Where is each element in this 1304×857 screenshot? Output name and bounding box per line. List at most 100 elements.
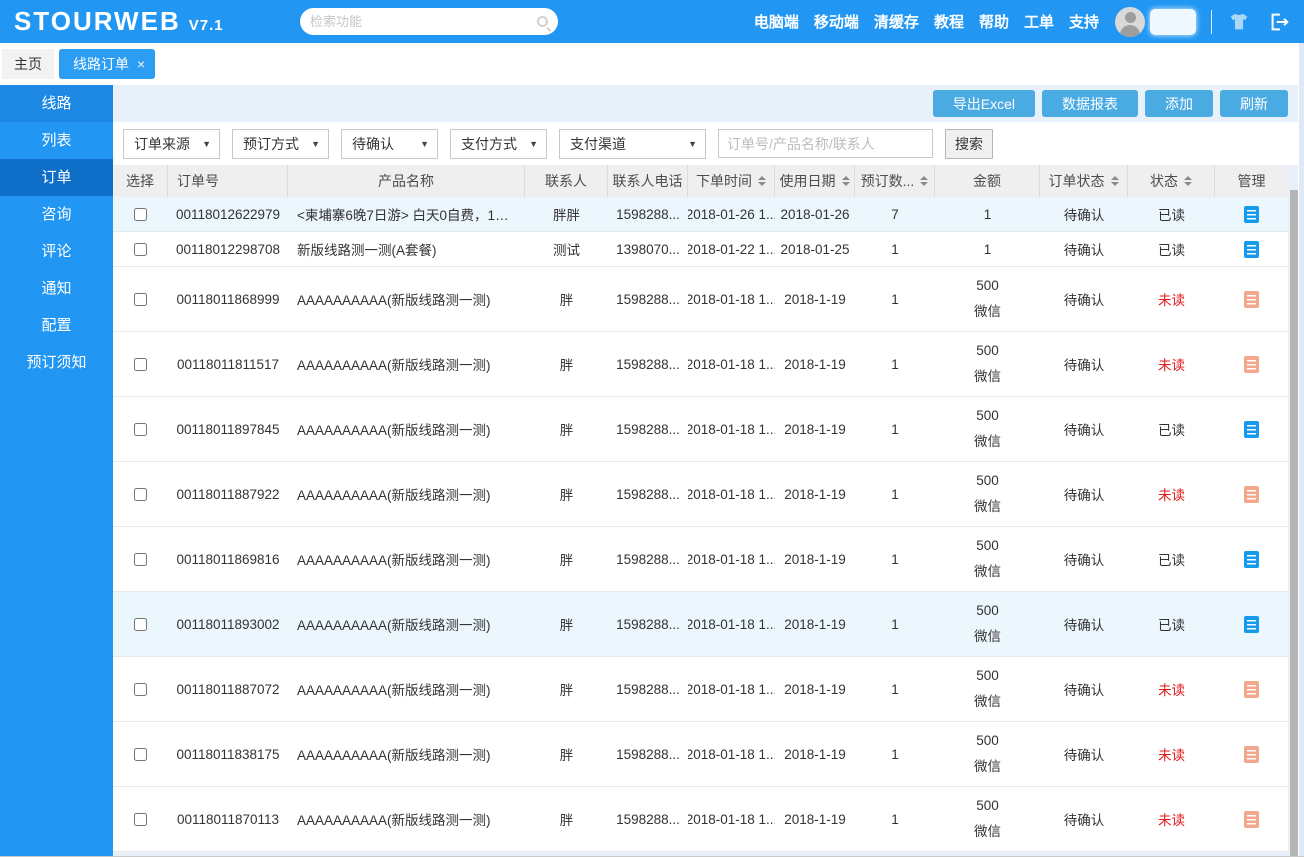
document-icon[interactable]: [1244, 205, 1259, 223]
product-name: AAAAAAAAAA(新版线路测一测): [297, 748, 491, 763]
topnav-link[interactable]: 支持: [1069, 11, 1099, 32]
booking-qty: 1: [891, 241, 899, 257]
topnav-link[interactable]: 清缓存: [874, 11, 919, 32]
document-icon[interactable]: [1244, 615, 1259, 633]
sort-icon[interactable]: [758, 176, 766, 186]
read-status: 已读: [1158, 243, 1185, 258]
column-header-label: 管理: [1237, 173, 1266, 189]
use-date: 2018-1-19: [784, 551, 846, 567]
document-icon[interactable]: [1244, 355, 1259, 373]
search-button[interactable]: 搜索: [945, 128, 993, 159]
page-scrollbar-track[interactable]: [1298, 43, 1304, 856]
amount: 500: [976, 277, 999, 293]
sort-icon[interactable]: [841, 176, 850, 186]
amount: 1: [983, 206, 992, 222]
topnav-link[interactable]: 移动端: [814, 11, 859, 32]
toolbar-button[interactable]: 导出Excel: [932, 90, 1035, 117]
sidebar-item[interactable]: 配置: [0, 307, 113, 344]
sidebar-item[interactable]: 订单: [0, 159, 113, 196]
sort-icon[interactable]: [1110, 176, 1119, 186]
logout-icon[interactable]: [1268, 11, 1290, 33]
sidebar-item[interactable]: 通知: [0, 270, 113, 307]
read-status: 未读: [1158, 748, 1185, 763]
document-icon[interactable]: [1244, 550, 1259, 568]
search-icon[interactable]: [537, 16, 548, 27]
sidebar-item[interactable]: 预订须知: [0, 344, 113, 381]
topnav-link[interactable]: 帮助: [979, 11, 1009, 32]
column-header-label: 金额: [973, 173, 1001, 189]
theme-tshirt-icon[interactable]: [1227, 11, 1251, 33]
column-header: 联系人电话: [608, 165, 688, 197]
keyword-input[interactable]: [718, 129, 933, 158]
manage-cell: [1215, 267, 1288, 331]
sidebar-item[interactable]: 评论: [0, 233, 113, 270]
table-row: 00118011887072 AAAAAAAAAA(新版线路测一测) 胖 159…: [113, 657, 1288, 722]
table-scrollbar-thumb[interactable]: [1290, 190, 1298, 856]
document-icon[interactable]: [1244, 680, 1259, 698]
order-no: 00118011868999: [176, 291, 280, 307]
sidebar-item[interactable]: 线路: [0, 85, 113, 122]
pay-channel: 微信: [974, 564, 1001, 580]
document-icon[interactable]: [1244, 420, 1259, 438]
contact-name: 胖: [559, 748, 574, 763]
row-checkbox[interactable]: [134, 242, 147, 256]
topbar-divider: [1211, 9, 1212, 34]
sort-icon[interactable]: [920, 176, 929, 186]
contact-phone: 1598288...: [616, 811, 680, 827]
row-checkbox[interactable]: [134, 207, 147, 221]
toolbar-button[interactable]: 刷新: [1220, 90, 1288, 117]
sidebar-item[interactable]: 咨询: [0, 196, 113, 233]
column-header-label: 选择: [126, 173, 154, 189]
document-icon[interactable]: [1244, 745, 1259, 763]
order-status: 待确认: [1063, 293, 1105, 308]
avatar[interactable]: [1115, 6, 1145, 37]
row-checkbox[interactable]: [134, 812, 147, 826]
row-checkbox[interactable]: [134, 682, 147, 696]
dropdown-value: 订单来源: [134, 135, 190, 152]
filter-dropdown[interactable]: 待确认 ▼: [341, 128, 438, 159]
document-icon[interactable]: [1244, 810, 1259, 828]
dropdown-value: 支付渠道: [570, 135, 626, 152]
tab[interactable]: 主页 ×: [2, 49, 54, 79]
topnav-link[interactable]: 教程: [934, 11, 964, 32]
tab[interactable]: 线路订单 ×: [59, 49, 156, 79]
sort-icon[interactable]: [1184, 176, 1192, 186]
amount: 500: [976, 732, 999, 748]
filter-dropdown[interactable]: 支付渠道 ▼: [559, 128, 706, 159]
column-header: 使用日期: [775, 165, 855, 197]
document-icon[interactable]: [1244, 290, 1259, 308]
pay-channel: 微信: [974, 369, 1001, 385]
contact-phone: 1598288...: [616, 551, 680, 567]
table-row: 00118011868999 AAAAAAAAAA(新版线路测一测) 胖 159…: [113, 267, 1288, 332]
dropdown-value: 预订方式: [243, 135, 299, 152]
amount: 500: [976, 537, 999, 553]
row-checkbox[interactable]: [134, 617, 147, 631]
tab-close-icon[interactable]: ×: [137, 57, 145, 71]
filter-dropdown[interactable]: 支付方式 ▼: [450, 128, 547, 159]
product-name: AAAAAAAAAA(新版线路测一测): [297, 293, 491, 308]
document-icon[interactable]: [1244, 240, 1259, 258]
toolbar-button[interactable]: 数据报表: [1042, 90, 1138, 117]
topnav-link[interactable]: 电脑端: [754, 11, 799, 32]
global-search[interactable]: [300, 8, 558, 35]
row-checkbox[interactable]: [134, 357, 147, 371]
row-checkbox[interactable]: [134, 747, 147, 761]
table-row: 00118011869816 AAAAAAAAAA(新版线路测一测) 胖 159…: [113, 527, 1288, 592]
filter-dropdown[interactable]: 预订方式 ▼: [232, 128, 329, 159]
contact-phone: 1598288...: [616, 421, 680, 437]
global-search-input[interactable]: [310, 14, 537, 29]
tab-label: 线路订单: [73, 56, 129, 72]
select-cell: [113, 332, 168, 396]
row-checkbox[interactable]: [134, 487, 147, 501]
filter-dropdown[interactable]: 订单来源 ▼: [123, 128, 220, 159]
amount-cell: 500 微信: [935, 332, 1040, 396]
row-checkbox[interactable]: [134, 422, 147, 436]
order-time: 2018-01-18 1...: [688, 811, 775, 827]
sidebar-item[interactable]: 列表: [0, 122, 113, 159]
toolbar-button[interactable]: 添加: [1145, 90, 1213, 117]
document-icon[interactable]: [1244, 485, 1259, 503]
column-header-label: 联系人电话: [612, 173, 683, 189]
row-checkbox[interactable]: [134, 292, 147, 306]
topnav-link[interactable]: 工单: [1024, 11, 1054, 32]
row-checkbox[interactable]: [134, 552, 147, 566]
